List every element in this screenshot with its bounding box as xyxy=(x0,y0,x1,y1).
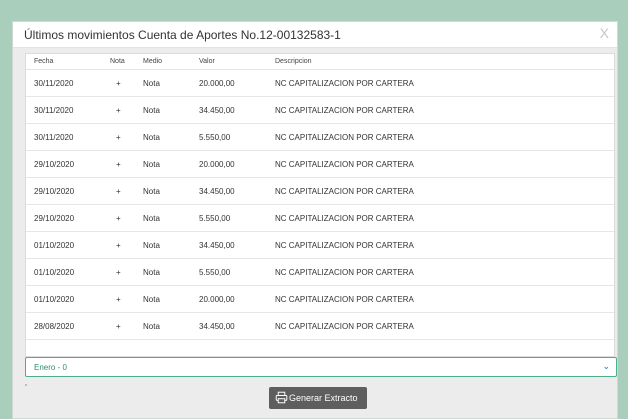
cell-descripcion: NC CAPITALIZACION POR CARTERA xyxy=(267,312,614,340)
generate-extract-button[interactable]: Generar Extracto xyxy=(269,387,367,409)
cell-nota: + xyxy=(102,204,135,232)
cell-descripcion: NC CAPITALIZACION POR CARTERA xyxy=(267,150,614,178)
cell-medio: Nota xyxy=(135,258,191,286)
cell-medio: Nota xyxy=(135,231,191,259)
cell-fecha: 30/11/2020 xyxy=(26,69,102,97)
cell-valor: 34.450,00 xyxy=(191,96,267,124)
cell-medio: Nota xyxy=(135,69,191,97)
cell-nota: + xyxy=(102,150,135,178)
cell-fecha: 29/10/2020 xyxy=(26,177,102,205)
cell-fecha: 30/11/2020 xyxy=(26,96,102,124)
movements-table: Fecha Nota Medio Valor Descripcion 30/11… xyxy=(25,53,615,357)
dialog-title: Últimos movimientos Cuenta de Aportes No… xyxy=(24,28,341,42)
cell-fecha: 01/10/2020 xyxy=(26,285,102,313)
divider-dot xyxy=(25,384,27,386)
cell-medio: Nota xyxy=(135,123,191,151)
cell-nota: + xyxy=(102,231,135,259)
cell-fecha: 01/10/2020 xyxy=(26,258,102,286)
cell-medio: Nota xyxy=(135,150,191,178)
table-row[interactable]: 29/10/2020 + Nota 34.450,00 NC CAPITALIZACIO… xyxy=(26,177,614,205)
cell-fecha: 30/11/2020 xyxy=(26,123,102,151)
movements-dialog: Últimos movimientos Cuenta de Aportes No… xyxy=(12,21,618,419)
cell-descripcion: NC CAPITALIZACION POR CARTERA xyxy=(267,96,614,124)
table-row[interactable]: 30/11/2020 + Nota 20.000,00 NC CAPITALIZACIO… xyxy=(26,69,614,97)
cell-valor: 20.000,00 xyxy=(191,69,267,97)
cell-valor: 34.450,00 xyxy=(191,177,267,205)
table-header-row: Fecha Nota Medio Valor Descripcion xyxy=(26,54,614,70)
cell-descripcion: NC CAPITALIZACION POR CARTERA xyxy=(267,258,614,286)
column-header-valor[interactable]: Valor xyxy=(191,54,267,70)
cell-nota: + xyxy=(102,258,135,286)
cell-descripcion: NC CAPITALIZACION POR CARTERA xyxy=(267,123,614,151)
cell-nota: + xyxy=(102,177,135,205)
cell-valor: 5.550,00 xyxy=(191,204,267,232)
cell-descripcion: NC CAPITALIZACION POR CARTERA xyxy=(267,69,614,97)
generate-extract-label: Generar Extracto xyxy=(289,393,358,403)
cell-valor: 20.000,00 xyxy=(191,150,267,178)
cell-descripcion: NC CAPITALIZACION POR CARTERA xyxy=(267,231,614,259)
cell-nota: + xyxy=(102,312,135,340)
table-row[interactable]: 30/11/2020 + Nota 5.550,00 NC CAPITALIZACION… xyxy=(26,123,614,151)
cell-medio: Nota xyxy=(135,285,191,313)
period-select[interactable]: Enero - 0 ⌄ xyxy=(25,357,617,377)
table-row[interactable]: 01/10/2020 + Nota 5.550,00 NC CAPITALIZACION… xyxy=(26,258,614,286)
cell-descripcion: NC CAPITALIZACION POR CARTERA xyxy=(267,177,614,205)
cell-valor: 34.450,00 xyxy=(191,312,267,340)
cell-medio: Nota xyxy=(135,204,191,232)
cell-fecha: 29/10/2020 xyxy=(26,150,102,178)
printer-icon xyxy=(275,391,288,404)
cell-valor: 34.450,00 xyxy=(191,231,267,259)
cell-medio: Nota xyxy=(135,312,191,340)
cell-nota: + xyxy=(102,69,135,97)
period-select-value: Enero - 0 xyxy=(34,363,67,372)
cell-valor: 5.550,00 xyxy=(191,123,267,151)
close-icon[interactable]: X xyxy=(600,25,609,41)
cell-nota: + xyxy=(102,285,135,313)
cell-descripcion: NC CAPITALIZACION POR CARTERA xyxy=(267,285,614,313)
table-row[interactable]: 01/10/2020 + Nota 34.450,00 NC CAPITALIZACIO… xyxy=(26,231,614,259)
cell-valor: 20.000,00 xyxy=(191,285,267,313)
table-row[interactable]: 28/08/2020 + Nota 34.450,00 NC CAPITALIZACIO… xyxy=(26,312,614,340)
cell-fecha: 29/10/2020 xyxy=(26,204,102,232)
chevron-down-icon[interactable]: ⌄ xyxy=(602,361,610,372)
table-row[interactable]: 29/10/2020 + Nota 20.000,00 NC CAPITALIZACIO… xyxy=(26,150,614,178)
dialog-header: Últimos movimientos Cuenta de Aportes No… xyxy=(13,22,617,48)
table-row[interactable]: 29/10/2020 + Nota 5.550,00 NC CAPITALIZACION… xyxy=(26,204,614,232)
cell-descripcion: NC CAPITALIZACION POR CARTERA xyxy=(267,204,614,232)
cell-medio: Nota xyxy=(135,177,191,205)
column-header-descripcion[interactable]: Descripcion xyxy=(267,54,614,70)
cell-medio: Nota xyxy=(135,96,191,124)
cell-nota: + xyxy=(102,96,135,124)
column-header-nota[interactable]: Nota xyxy=(102,54,135,70)
cell-fecha: 01/10/2020 xyxy=(26,231,102,259)
table-row[interactable]: 30/11/2020 + Nota 34.450,00 NC CAPITALIZACIO… xyxy=(26,96,614,124)
cell-valor: 5.550,00 xyxy=(191,258,267,286)
cell-fecha: 28/08/2020 xyxy=(26,312,102,340)
cell-nota: + xyxy=(102,123,135,151)
column-header-medio[interactable]: Medio xyxy=(135,54,191,70)
table-row[interactable]: 01/10/2020 + Nota 20.000,00 NC CAPITALIZACIO… xyxy=(26,285,614,313)
column-header-fecha[interactable]: Fecha xyxy=(26,54,102,70)
